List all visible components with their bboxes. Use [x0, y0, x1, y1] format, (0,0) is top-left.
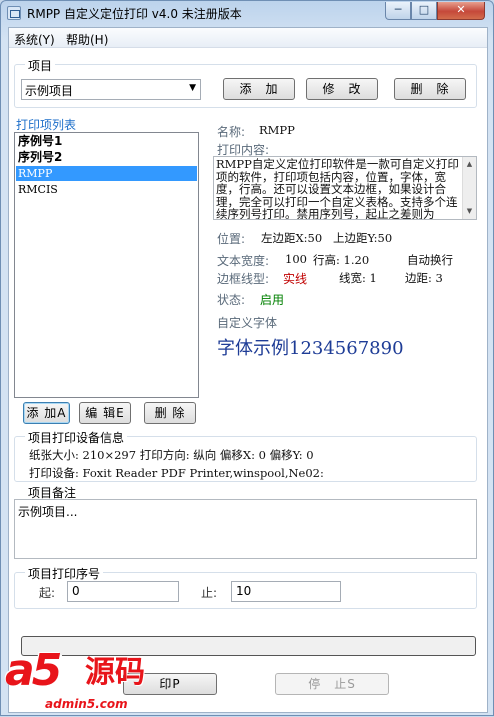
notes-textbox[interactable]: 示例项目...: [14, 499, 477, 559]
scroll-down-icon[interactable]: ▼: [464, 206, 475, 217]
stop-button[interactable]: 停 止S: [275, 673, 389, 695]
top-margin-value: 上边距Y:50: [333, 231, 393, 245]
watermark-logo: a5 源码 admin5.com: [1, 641, 171, 717]
watermark-url: admin5.com: [45, 697, 128, 711]
scroll-up-icon[interactable]: ▲: [464, 159, 475, 170]
border-style-value: 实线: [283, 272, 308, 286]
project-add-button[interactable]: 添 加: [223, 78, 295, 100]
auto-wrap-label: 自动换行: [407, 253, 453, 267]
list-item[interactable]: 序例号1: [16, 134, 197, 149]
item-delete-button[interactable]: 删 除: [144, 402, 196, 424]
watermark-brand-cn: 源码: [85, 655, 145, 690]
maximize-button[interactable]: □: [411, 2, 437, 20]
status-value: 启用: [260, 293, 285, 307]
menu-system[interactable]: 系统(Y): [14, 31, 55, 48]
serial-start-label: 起:: [39, 586, 56, 600]
name-label: 名称:: [217, 125, 246, 139]
serial-group-legend: 项目打印序号: [25, 565, 104, 582]
line-height-value: 行高: 1.20: [313, 253, 370, 267]
custom-font-label: 自定义字体: [217, 316, 278, 330]
project-edit-button[interactable]: 修 改: [306, 78, 378, 100]
name-value: RMPP: [259, 123, 295, 137]
left-margin-value: 左边距X:50: [261, 231, 323, 245]
minimize-button[interactable]: ─: [385, 2, 411, 20]
main-window: RMPP 自定义定位打印 v4.0 未注册版本 ─ □ ✕ 系统(Y) 帮助(H…: [0, 0, 494, 716]
serial-end-input[interactable]: 10: [231, 581, 341, 602]
project-delete-button[interactable]: 删 除: [394, 78, 466, 100]
watermark-brand: a5: [5, 645, 62, 696]
project-select[interactable]: 示例项目 ▼: [21, 79, 201, 100]
text-width-label: 文本宽度:: [217, 254, 270, 268]
item-edit-button[interactable]: 编 辑E: [79, 402, 131, 424]
content-scrollbar[interactable]: ▲ ▼: [462, 157, 476, 219]
text-width-value: 100: [285, 252, 307, 266]
printer-info: 打印设备: Foxit Reader PDF Printer,winspool,…: [29, 466, 324, 480]
serial-start-input[interactable]: 0: [67, 581, 179, 602]
content-textbox[interactable]: RMPP自定义定位打印软件是一款可自定义打印项的软件，打印项包括内容，位置，字体…: [213, 156, 477, 220]
border-style-label: 边框线型:: [217, 272, 270, 286]
serial-end-label: 止:: [201, 586, 218, 600]
line-width-value: 线宽: 1: [339, 271, 377, 285]
padding-value: 边距: 3: [405, 271, 443, 285]
menu-bar: 系统(Y) 帮助(H): [9, 28, 487, 48]
client-area: 系统(Y) 帮助(H) 项目 示例项目 ▼ 添 加 修 改 删 除 打印项列表 …: [8, 27, 488, 713]
font-sample: 字体示例1234567890: [217, 338, 404, 359]
content-text: RMPP自定义定位打印软件是一款可自定义打印项的软件，打印项包括内容，位置，字体…: [216, 157, 459, 220]
device-group-legend: 项目打印设备信息: [25, 429, 128, 446]
window-title: RMPP 自定义定位打印 v4.0 未注册版本: [27, 7, 242, 21]
status-label: 状态:: [217, 293, 246, 307]
position-label: 位置:: [217, 232, 246, 246]
print-list-title: 打印项列表: [16, 118, 77, 132]
title-bar[interactable]: RMPP 自定义定位打印 v4.0 未注册版本 ─ □ ✕: [1, 1, 493, 25]
notes-text: 示例项目...: [18, 505, 78, 519]
menu-help[interactable]: 帮助(H): [66, 31, 108, 48]
chevron-down-icon[interactable]: ▼: [189, 83, 196, 93]
list-item[interactable]: 序列号2: [16, 150, 197, 165]
close-button[interactable]: ✕: [437, 2, 485, 20]
app-icon: [7, 6, 21, 20]
project-select-value: 示例项目: [25, 84, 74, 98]
print-item-list[interactable]: 序例号1 序列号2 RMPP RMCIS: [14, 132, 199, 398]
item-add-button[interactable]: 添 加A: [23, 402, 70, 424]
paper-info: 纸张大小: 210×297 打印方向: 纵向 偏移X: 0 偏移Y: 0: [29, 448, 314, 462]
list-item[interactable]: RMCIS: [16, 182, 197, 197]
list-item-selected[interactable]: RMPP: [16, 166, 197, 181]
project-group-legend: 项目: [25, 57, 56, 74]
